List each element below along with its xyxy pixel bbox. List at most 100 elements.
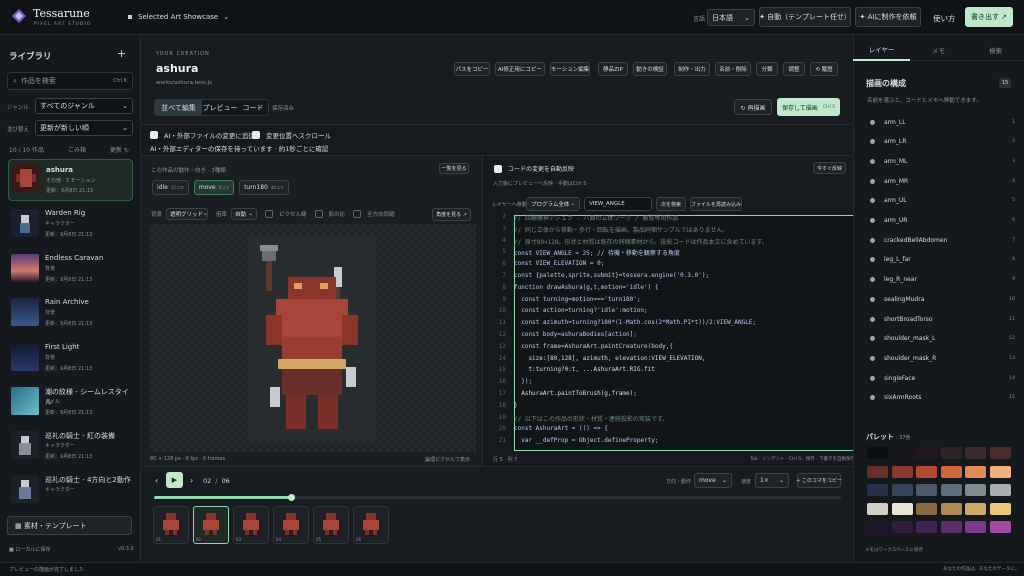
- tab-search[interactable]: 検索: [967, 45, 1024, 55]
- export-button[interactable]: 書き出す ↗: [965, 7, 1013, 27]
- palette-swatch[interactable]: [989, 502, 1011, 515]
- art-item[interactable]: Endless Caravan 背景 更新：9月8日 21:13: [8, 250, 133, 292]
- refresh-button[interactable]: 更新 ↻: [110, 145, 129, 154]
- layer-item[interactable]: shoulder_mask_L 12: [870, 330, 1015, 348]
- shadow-checkbox[interactable]: [314, 210, 323, 218]
- frame-thumb[interactable]: 06: [353, 506, 389, 544]
- tab-side-by-side[interactable]: 並べて編集: [155, 100, 202, 115]
- frame-thumb[interactable]: 04: [273, 506, 309, 544]
- art-item[interactable]: First Light 背景 更新：9月8日 21:13: [8, 339, 133, 381]
- layer-item[interactable]: crackedBellAbdomen 7: [870, 231, 1015, 249]
- rename-delete-button[interactable]: 名前・削除: [715, 62, 751, 76]
- palette-swatch[interactable]: [891, 447, 913, 459]
- ext-follow-checkbox[interactable]: AI・外部ファイルの変更に追従: [150, 130, 255, 140]
- frame-thumb[interactable]: 01: [153, 506, 189, 544]
- motion-edit-button[interactable]: モーション編集: [550, 62, 590, 76]
- palette-swatch[interactable]: [965, 484, 986, 496]
- art-item[interactable]: Rain Archive 背景 更新：9月8日 21:13: [8, 294, 133, 336]
- sort-select[interactable]: 更新が新しい順 ⌄: [35, 120, 133, 136]
- frame-thumb[interactable]: 02: [193, 506, 229, 544]
- search-input[interactable]: ⌕ 作品を検索 Ctrl K: [7, 72, 133, 90]
- project-selector[interactable]: Selected Art Showcase ⌄: [128, 13, 229, 21]
- palette-swatch[interactable]: [916, 521, 937, 533]
- copy-path-button[interactable]: パスをコピー: [454, 62, 490, 76]
- add-icon[interactable]: +: [117, 47, 126, 60]
- layer-item[interactable]: singleFace 14: [870, 369, 1015, 387]
- palette-swatch[interactable]: [867, 465, 888, 478]
- frame-thumb[interactable]: 05: [313, 506, 349, 544]
- layer-item[interactable]: arm_LL 1: [870, 113, 1015, 131]
- verify-motion-button[interactable]: 動きの検証: [633, 62, 667, 76]
- palette-swatch[interactable]: [916, 502, 937, 515]
- prev-frame-icon[interactable]: ‹: [155, 476, 158, 485]
- palette-swatch[interactable]: [891, 465, 913, 478]
- layer-jump-select[interactable]: プログラム全体 ⌄: [526, 197, 580, 211]
- motion-chip-turn180[interactable]: turn180 40コマ: [239, 180, 289, 195]
- frame-thumb[interactable]: 03: [233, 506, 269, 544]
- palette-swatch[interactable]: [989, 447, 1011, 459]
- lang-select[interactable]: 日本語 ⌄: [707, 9, 755, 26]
- layer-item[interactable]: sixArmRoots 15: [870, 389, 1015, 407]
- layer-item[interactable]: shortBroadTorso 11: [870, 310, 1015, 328]
- palette-swatch[interactable]: [989, 521, 1011, 533]
- category-button[interactable]: 分類: [756, 62, 778, 76]
- palette-swatch[interactable]: [867, 447, 888, 459]
- genre-select[interactable]: すべてのジャンル ⌄: [35, 98, 133, 114]
- layer-item[interactable]: arm_MR 4: [870, 172, 1015, 190]
- art-item[interactable]: ashura その他 · 3 モーション 更新：9月8日 21:15: [8, 159, 133, 201]
- reload-file-button[interactable]: ファイルを再読み込み: [690, 197, 742, 211]
- tab-layers[interactable]: レイヤー: [853, 39, 910, 61]
- motion-list-button[interactable]: 一覧を見る: [439, 163, 469, 174]
- tab-preview[interactable]: プレビュー: [202, 103, 238, 113]
- palette-swatch[interactable]: [940, 521, 962, 533]
- palette-swatch[interactable]: [989, 465, 1011, 478]
- layer-item[interactable]: arm_UR 6: [870, 212, 1015, 230]
- scale-select[interactable]: 自動 ⌄: [231, 208, 258, 220]
- tab-memo[interactable]: メモ: [910, 45, 967, 55]
- scroll-change-checkbox[interactable]: 変更位置へスクロール: [252, 130, 331, 140]
- ai-request-button[interactable]: ✦ AIに制作を依頼: [855, 7, 921, 27]
- palette-swatch[interactable]: [867, 484, 888, 496]
- art-item[interactable]: Warden Rig キャラクター 更新：9月8日 21:13: [8, 205, 133, 247]
- auto-reflect-checkbox[interactable]: コードの変更を自動反映: [494, 164, 574, 173]
- pixel-grid-checkbox[interactable]: [265, 210, 274, 218]
- materials-button[interactable]: ▦ 素材・テンプレート: [7, 516, 132, 535]
- copy-for-ai-button[interactable]: AI修正用にコピー: [495, 62, 545, 76]
- find-input[interactable]: VIEW_ANGLE: [584, 197, 652, 211]
- layer-item[interactable]: arm_LR 2: [870, 133, 1015, 151]
- angle-view-button[interactable]: 角度を見る ↗: [432, 208, 471, 221]
- adjust-button[interactable]: 調整: [783, 62, 805, 76]
- reflect-now-button[interactable]: 今すぐ反映: [813, 162, 846, 174]
- palette-swatch[interactable]: [916, 465, 937, 478]
- next-frame-icon[interactable]: ›: [190, 476, 193, 485]
- layer-item[interactable]: arm_ML 3: [870, 152, 1015, 170]
- art-item[interactable]: 潮の紋様 - シームレスタイル タイル 更新：9月8日 21:13: [8, 383, 133, 425]
- layer-item[interactable]: shoulder_mask_R 13: [870, 349, 1015, 367]
- palette-swatch[interactable]: [965, 465, 986, 478]
- trash-button[interactable]: ごみ箱: [68, 145, 86, 154]
- art-item[interactable]: 巡礼の騎士 - 4方向と2動作 キャラクター: [8, 471, 133, 513]
- layer-item[interactable]: sealingMudra 10: [870, 290, 1015, 308]
- palette-swatch[interactable]: [940, 447, 962, 459]
- palette-swatch[interactable]: [965, 502, 986, 515]
- palette-swatch[interactable]: [916, 484, 937, 496]
- palette-swatch[interactable]: [867, 521, 888, 533]
- zip-button[interactable]: 静品ZIP: [598, 62, 628, 76]
- produce-output-button[interactable]: 制作・出力: [674, 62, 710, 76]
- speed-select[interactable]: 1× ⌄: [755, 473, 789, 488]
- motion-select[interactable]: move ⌄: [694, 473, 732, 488]
- layer-item[interactable]: leg_R_near 9: [870, 271, 1015, 289]
- palette-swatch[interactable]: [867, 502, 888, 515]
- howto-link[interactable]: 使い方: [933, 13, 956, 24]
- same-scale-checkbox[interactable]: [353, 210, 362, 218]
- history-button[interactable]: ⟲ 履歴: [810, 62, 838, 76]
- motion-chip-idle[interactable]: idle 12コマ: [152, 180, 189, 195]
- art-item[interactable]: 巡礼の騎士 - 紅の装備 キャラクター 更新：9月8日 21:13: [8, 427, 133, 469]
- motion-chip-move[interactable]: move 6コマ: [194, 180, 234, 195]
- redraw-button[interactable]: ↻ 再描画: [734, 99, 772, 115]
- palette-swatch[interactable]: [891, 521, 913, 533]
- palette-swatch[interactable]: [965, 447, 986, 459]
- tab-code[interactable]: コード: [238, 103, 268, 113]
- palette-swatch[interactable]: [916, 447, 937, 459]
- palette-swatch[interactable]: [940, 465, 962, 478]
